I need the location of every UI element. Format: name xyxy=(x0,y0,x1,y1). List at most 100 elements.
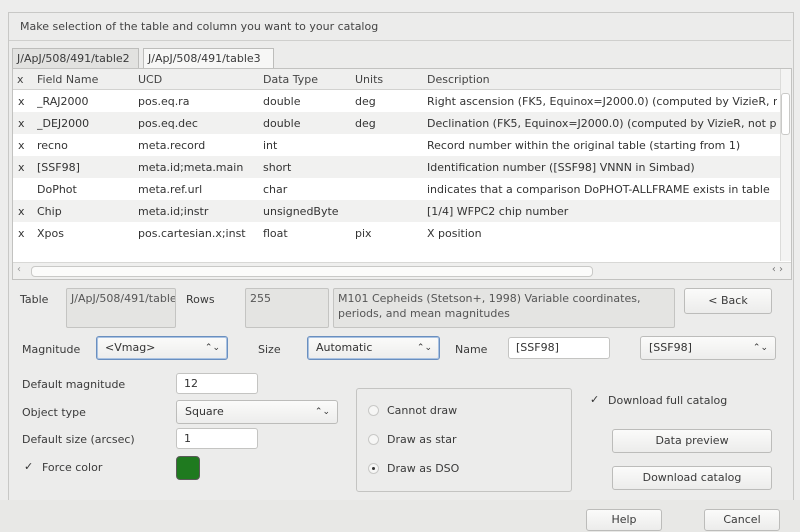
cell-desc: indicates that a comparison DoPHOT-ALLFR… xyxy=(427,183,770,196)
scroll-arrows-icon[interactable]: ‹ › xyxy=(772,264,783,275)
cell-field: DoPhot xyxy=(37,183,77,196)
instruction-text: Make selection of the table and column y… xyxy=(20,20,379,33)
cell-type: float xyxy=(263,227,288,240)
header-description[interactable]: Description xyxy=(427,73,490,86)
cell-type: unsignedByte xyxy=(263,205,339,218)
tab-table2[interactable]: J/ApJ/508/491/table2 xyxy=(12,48,139,68)
cell-type: int xyxy=(263,139,278,152)
cancel-button[interactable]: Cancel xyxy=(704,509,780,531)
chevron-updown-icon: ⌃⌄ xyxy=(416,343,432,353)
default-magnitude-label: Default magnitude xyxy=(22,378,126,391)
header-field-name[interactable]: Field Name xyxy=(37,73,98,86)
default-size-label: Default size (arcsec) xyxy=(22,433,135,446)
cell-desc: Record number within the original table … xyxy=(427,139,741,152)
cell-x[interactable]: x xyxy=(18,139,32,152)
tab-table3[interactable]: J/ApJ/508/491/table3 xyxy=(143,48,274,68)
table-description: M101 Cepheids (Stetson+, 1998) Variable … xyxy=(333,288,675,328)
header-select[interactable]: x xyxy=(17,73,24,86)
default-size-field[interactable]: 1 xyxy=(176,428,258,449)
scroll-left-icon[interactable]: ‹ xyxy=(17,264,21,275)
data-preview-button[interactable]: Data preview xyxy=(612,429,772,453)
cell-desc: [1/4] WFPC2 chip number xyxy=(427,205,569,218)
cell-x[interactable]: x xyxy=(18,161,32,174)
help-button[interactable]: Help xyxy=(586,509,662,531)
table-label: Table xyxy=(20,293,49,306)
magnitude-value: <Vmag> xyxy=(105,341,156,354)
chevron-updown-icon: ⌃⌄ xyxy=(204,343,220,353)
rows-label: Rows xyxy=(186,293,215,306)
vertical-scrollbar[interactable] xyxy=(780,69,791,261)
cell-ucd: meta.record xyxy=(138,139,206,152)
cell-ucd: pos.eq.ra xyxy=(138,95,190,108)
download-full-checkbox[interactable]: ✓ xyxy=(590,393,599,406)
default-magnitude-field[interactable]: 12 xyxy=(176,373,258,394)
table-value: J/ApJ/508/491/table3 xyxy=(66,288,176,328)
chevron-updown-icon: ⌃⌄ xyxy=(314,407,330,417)
force-color-swatch[interactable] xyxy=(176,456,200,480)
size-select[interactable]: Automatic ⌃⌄ xyxy=(307,336,440,360)
name-label: Name xyxy=(455,343,488,356)
cell-type: short xyxy=(263,161,292,174)
draw-option-label: Draw as star xyxy=(387,433,457,446)
table-row[interactable]: DoPhot meta.ref.url char indicates that a c… xyxy=(13,178,781,200)
cell-ucd: meta.id;meta.main xyxy=(138,161,244,174)
name-select-value: [SSF98] xyxy=(649,341,692,354)
cell-units: deg xyxy=(355,117,376,130)
back-button[interactable]: < Back xyxy=(684,288,772,314)
cell-desc: Right ascension (FK5, Equinox=J2000.0) (… xyxy=(427,95,777,108)
table-row[interactable]: x Xpos pos.cartesian.x;inst float pix X posit… xyxy=(13,222,781,244)
cell-desc: X position xyxy=(427,227,482,240)
cell-type: double xyxy=(263,95,301,108)
cell-ucd: meta.ref.url xyxy=(138,183,203,196)
table-row[interactable]: x _DEJ2000 pos.eq.dec double deg Declination … xyxy=(13,112,781,134)
cell-ucd: pos.cartesian.x;inst xyxy=(138,227,246,240)
force-color-checkbox[interactable]: ✓ xyxy=(24,460,33,473)
horizontal-scrollbar[interactable]: ‹ ‹ › xyxy=(13,262,791,279)
cell-field: _RAJ2000 xyxy=(37,95,89,108)
header-ucd[interactable]: UCD xyxy=(138,73,162,86)
object-type-select[interactable]: Square ⌃⌄ xyxy=(176,400,338,424)
object-type-value: Square xyxy=(185,405,224,418)
cell-x[interactable]: x xyxy=(18,95,32,108)
cell-field: recno xyxy=(37,139,68,152)
cell-type: char xyxy=(263,183,288,196)
cell-desc: Identification number ([SSF98] VNNN in S… xyxy=(427,161,695,174)
cell-x[interactable]: x xyxy=(18,227,32,240)
vertical-scroll-thumb[interactable] xyxy=(781,93,790,135)
cell-desc: Declination (FK5, Equinox=J2000.0) (comp… xyxy=(427,117,777,130)
cell-x[interactable]: x xyxy=(18,117,32,130)
table-row[interactable]: x _RAJ2000 pos.eq.ra double deg Right ascensi… xyxy=(13,90,781,112)
name-select[interactable]: [SSF98] ⌃⌄ xyxy=(640,336,776,360)
cell-ucd: pos.eq.dec xyxy=(138,117,198,130)
magnitude-select[interactable]: <Vmag> ⌃⌄ xyxy=(96,336,228,360)
cell-units: deg xyxy=(355,95,376,108)
cell-field: Chip xyxy=(37,205,62,218)
cell-units: pix xyxy=(355,227,372,240)
radio-draw-option[interactable] xyxy=(368,434,379,445)
cell-field: Xpos xyxy=(37,227,64,240)
radio-draw-option[interactable] xyxy=(368,463,379,474)
cell-x[interactable]: x xyxy=(18,205,32,218)
radio-draw-option[interactable] xyxy=(368,405,379,416)
table-row[interactable]: x recno meta.record int Record number within… xyxy=(13,134,781,156)
magnitude-label: Magnitude xyxy=(22,343,81,356)
rows-value: 255 xyxy=(245,288,329,328)
draw-option-label: Draw as DSO xyxy=(387,462,460,475)
divider xyxy=(9,40,791,41)
button-bar xyxy=(0,500,800,532)
cell-field: [SSF98] xyxy=(37,161,80,174)
horizontal-scroll-thumb[interactable] xyxy=(31,266,593,277)
table-row[interactable]: x Chip meta.id;instr unsignedByte [1/4] WFPC… xyxy=(13,200,781,222)
force-color-label: Force color xyxy=(42,461,103,474)
cell-ucd: meta.id;instr xyxy=(138,205,209,218)
table-row[interactable]: x [SSF98] meta.id;meta.main short Identifica… xyxy=(13,156,781,178)
chevron-updown-icon: ⌃⌄ xyxy=(752,343,768,353)
size-label: Size xyxy=(258,343,281,356)
size-value: Automatic xyxy=(316,341,373,354)
download-catalog-button[interactable]: Download catalog xyxy=(612,466,772,490)
download-full-label: Download full catalog xyxy=(608,394,728,407)
object-type-label: Object type xyxy=(22,406,86,419)
name-field[interactable]: [SSF98] xyxy=(508,337,610,359)
header-data-type[interactable]: Data Type xyxy=(263,73,318,86)
header-units[interactable]: Units xyxy=(355,73,383,86)
